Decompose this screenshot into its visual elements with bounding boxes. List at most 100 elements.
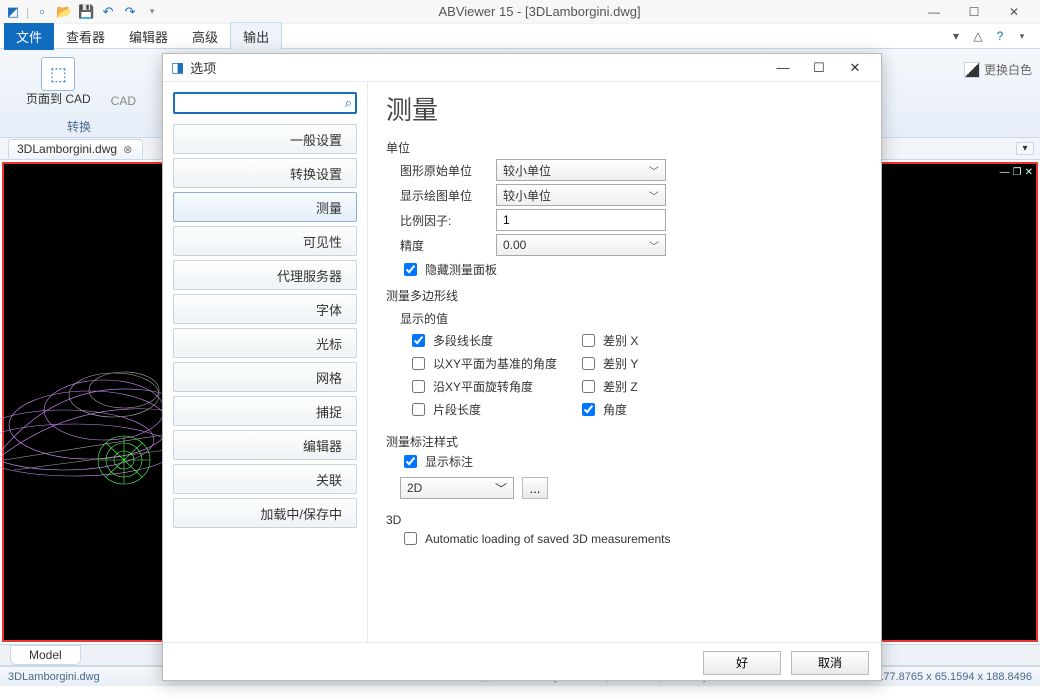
select-orig-units[interactable]: 较小单位﹀ (496, 159, 666, 181)
select-dim-style[interactable]: 2D﹀ (400, 477, 514, 499)
redo-icon[interactable]: ↷ (121, 3, 139, 21)
vp-min-icon[interactable]: — (1000, 167, 1010, 178)
viewport-inline-controls: — ❐ ✕ (1000, 167, 1033, 178)
nav-convert[interactable]: 转换设置 (173, 158, 357, 188)
dialog-main: 测量 单位 图形原始单位 较小单位﹀ 显示绘图单位 较小单位﹀ 比例因子: (368, 82, 881, 642)
input-scale[interactable] (496, 209, 666, 231)
save-file-icon[interactable]: 💾 (77, 3, 95, 21)
close-button[interactable]: ✕ (998, 2, 1030, 22)
nav-general[interactable]: 一般设置 (173, 124, 357, 154)
ribbon-group-label: 转换 (67, 116, 91, 135)
nav-visibility[interactable]: 可见性 (173, 226, 357, 256)
ribbon-group-convert: ⬚ 页面到 CAD CAD 转换 (10, 55, 148, 135)
dialog-title: 选项 (190, 58, 216, 77)
qat-more-icon[interactable]: ▾ (143, 3, 161, 21)
ok-button[interactable]: 好 (703, 651, 781, 675)
status-dims: 177.8765 x 65.1594 x 188.8496 (877, 671, 1032, 683)
help-icon[interactable]: ? (992, 28, 1008, 44)
options-dialog: ◨ 选项 — ☐ ✕ ⌕ 一般设置 转换设置 测量 可见性 代理服务器 字体 光… (162, 53, 882, 681)
search-icon[interactable]: ⌕ (345, 95, 352, 111)
group-dimstyle: 测量标注样式 (386, 433, 863, 450)
nav-grid[interactable]: 网格 (173, 362, 357, 392)
nav-font[interactable]: 字体 (173, 294, 357, 324)
sub-shown-values: 显示的值 (386, 310, 863, 327)
window-controls: — ☐ ✕ (918, 2, 1036, 22)
cb-diffz[interactable] (582, 380, 595, 393)
nav-snap[interactable]: 捕捉 (173, 396, 357, 426)
nav-editor[interactable]: 编辑器 (173, 430, 357, 460)
cb-xyang[interactable] (412, 357, 425, 370)
cb-showdim[interactable] (404, 455, 417, 468)
cad-label: CAD (111, 58, 136, 108)
sheet-tab-model[interactable]: Model (10, 645, 81, 665)
options-search[interactable]: ⌕ (173, 92, 357, 114)
checkbox-hide-panel-label: 隐藏测量面板 (425, 261, 497, 278)
cb-seglen[interactable] (412, 403, 425, 416)
nav-load-save[interactable]: 加载中/保存中 (173, 498, 357, 528)
ribbon-tab-advanced[interactable]: 高级 (180, 23, 230, 50)
select-precision[interactable]: 0.00﹀ (496, 234, 666, 256)
vp-rest-icon[interactable]: ❐ (1013, 167, 1022, 178)
ribbon-file-menu-icon[interactable]: ▾ (948, 28, 964, 44)
cancel-button[interactable]: 取消 (791, 651, 869, 675)
undo-icon[interactable]: ↶ (99, 3, 117, 21)
cb-xyrot[interactable] (412, 380, 425, 393)
group-polyline: 测量多边形线 (386, 287, 863, 304)
ribbon-tabs: 文件 查看器 编辑器 高级 输出 ▾ △ ? ▾ (0, 24, 1040, 48)
maximize-button[interactable]: ☐ (958, 2, 990, 22)
chevron-down-icon: ﹀ (649, 188, 659, 203)
ribbon-tab-output[interactable]: 输出 (230, 22, 282, 50)
nav-proxy[interactable]: 代理服务器 (173, 260, 357, 290)
cb-diffy[interactable] (582, 357, 595, 370)
new-file-icon[interactable]: ▫ (33, 3, 51, 21)
chevron-down-icon: ﹀ (649, 238, 659, 253)
nav-cursor[interactable]: 光标 (173, 328, 357, 358)
page-heading: 测量 (386, 90, 863, 127)
window-title: ABViewer 15 - [3DLamborgini.dwg] (161, 4, 918, 19)
ribbon-right-tools: ▾ △ ? ▾ (948, 28, 1040, 44)
ribbon-tab-viewer[interactable]: 查看器 (54, 23, 117, 50)
page-to-cad-button[interactable]: ⬚ 页面到 CAD (22, 55, 95, 108)
options-search-input[interactable] (178, 95, 345, 111)
dialog-sidebar: ⌕ 一般设置 转换设置 测量 可见性 代理服务器 字体 光标 网格 捕捉 编辑器… (163, 82, 368, 642)
document-tab[interactable]: 3DLamborgini.dwg ⊗ (8, 139, 143, 158)
cb-angle[interactable] (582, 403, 595, 416)
chevron-down-icon: ﹀ (495, 480, 507, 497)
dialog-titlebar: ◨ 选项 — ☐ ✕ (163, 54, 881, 82)
cb-polylen[interactable] (412, 334, 425, 347)
dialog-close-button[interactable]: ✕ (837, 60, 873, 76)
open-file-icon[interactable]: 📂 (55, 3, 73, 21)
ribbon-tab-file[interactable]: 文件 (4, 23, 54, 50)
dialog-icon: ◨ (171, 59, 184, 76)
collapse-ribbon-icon[interactable]: △ (970, 28, 986, 44)
chevron-down-icon: ﹀ (649, 163, 659, 178)
dialog-maximize-button[interactable]: ☐ (801, 60, 837, 76)
quick-access-toolbar: ◩ | ▫ 📂 💾 ↶ ↷ ▾ (4, 3, 161, 21)
app-icon[interactable]: ◩ (4, 3, 22, 21)
palette-fragment: 更换白色 (956, 57, 1040, 82)
cb-diffx[interactable] (582, 334, 595, 347)
page-to-cad-icon: ⬚ (41, 57, 75, 91)
group-units: 单位 (386, 139, 863, 156)
nav-associate[interactable]: 关联 (173, 464, 357, 494)
minimize-button[interactable]: — (918, 2, 950, 22)
cb-auto3d[interactable] (404, 532, 417, 545)
group-3d: 3D (386, 513, 863, 527)
vp-close-icon[interactable]: ✕ (1025, 167, 1033, 178)
ribbon-tab-editor[interactable]: 编辑器 (117, 23, 180, 50)
dim-style-more-button[interactable]: ... (522, 477, 548, 499)
checkbox-hide-panel[interactable] (404, 263, 417, 276)
dialog-minimize-button[interactable]: — (765, 60, 801, 75)
swap-white-label[interactable]: 更换白色 (984, 61, 1032, 78)
help-dropdown-icon[interactable]: ▾ (1014, 28, 1030, 44)
nav-measure[interactable]: 测量 (173, 192, 357, 222)
document-tab-close-icon[interactable]: ⊗ (123, 143, 132, 156)
titlebar: ◩ | ▫ 📂 💾 ↶ ↷ ▾ ABViewer 15 - [3DLamborg… (0, 0, 1040, 24)
select-disp-units[interactable]: 较小单位﹀ (496, 184, 666, 206)
swap-white-icon[interactable] (964, 62, 980, 78)
label-orig-units: 图形原始单位 (400, 162, 486, 179)
status-filename: 3DLamborgini.dwg (8, 671, 100, 683)
label-precision: 精度 (400, 237, 486, 254)
document-tabs-overflow[interactable]: ▾ (1016, 142, 1034, 155)
label-disp-units: 显示绘图单位 (400, 187, 486, 204)
